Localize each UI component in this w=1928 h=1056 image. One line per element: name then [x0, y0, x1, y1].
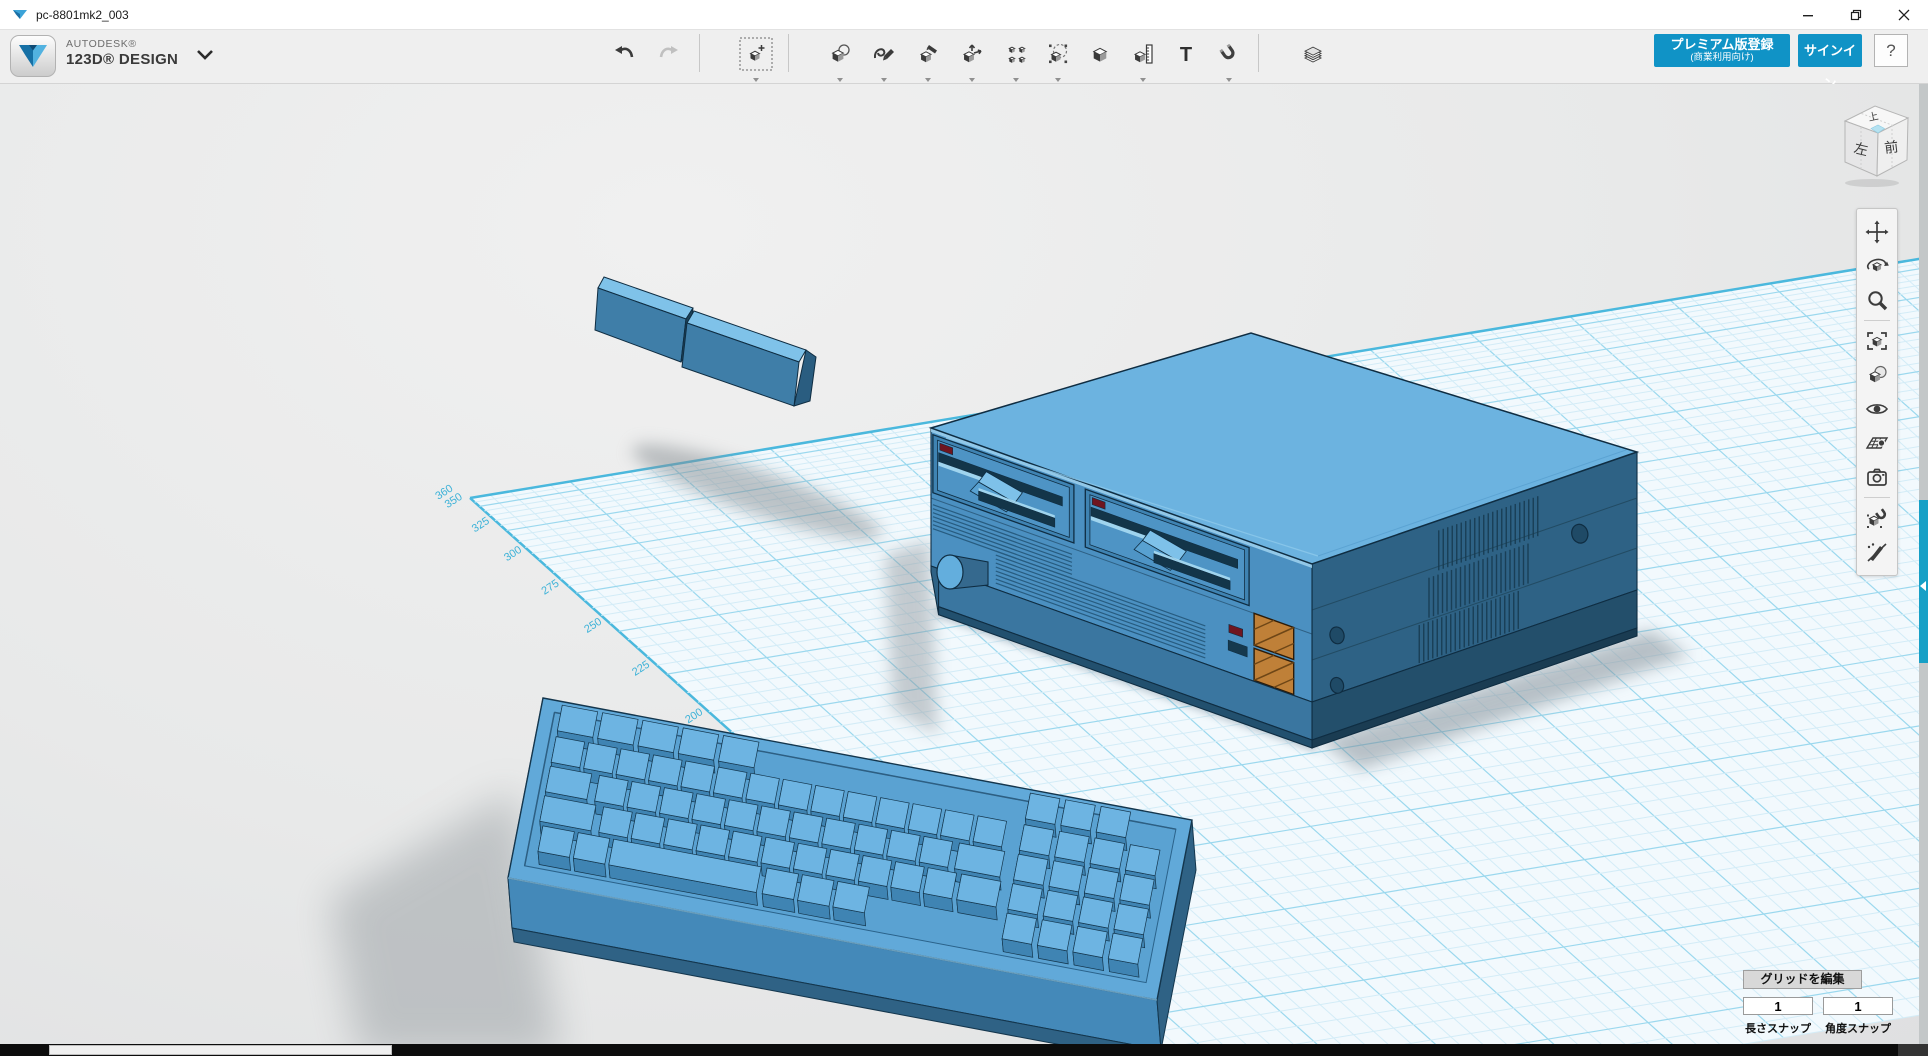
viewport-canvas[interactable]: 36035032530027525022520017515012510075	[0, 84, 1928, 1044]
material-button[interactable]	[1301, 42, 1325, 66]
expand-arrow-icon	[1920, 581, 1926, 591]
sign-in-button[interactable]: サインイン	[1798, 34, 1862, 67]
modify-button[interactable]	[960, 42, 984, 66]
help-button[interactable]: ?	[1874, 34, 1908, 67]
front-panel-bars[interactable]	[595, 277, 816, 406]
menu-chevron-icon[interactable]	[196, 48, 214, 62]
autodesk-123d-logo	[10, 35, 56, 77]
dropdown-arrow-icon	[925, 78, 931, 82]
dropdown-arrow-icon	[1226, 78, 1232, 82]
close-button[interactable]	[1880, 0, 1928, 30]
visibility-icon[interactable]	[1860, 392, 1894, 426]
os-taskbar[interactable]	[0, 1044, 1928, 1056]
toolbar-separator	[1258, 34, 1259, 72]
dropdown-arrow-icon	[1013, 78, 1019, 82]
zoom-icon[interactable]	[1860, 283, 1894, 317]
construct-button[interactable]	[916, 42, 940, 66]
angle-snap-label: 角度スナップ	[1823, 1020, 1893, 1036]
length-snap-label: 長さスナップ	[1743, 1020, 1813, 1036]
length-snap-input[interactable]	[1743, 997, 1813, 1015]
group-button[interactable]	[1046, 42, 1070, 66]
undo-button[interactable]	[613, 42, 637, 66]
grid-panel: グリッドを編集 長さスナップ 角度スナップ	[1740, 968, 1900, 1044]
pan-icon[interactable]	[1860, 215, 1894, 249]
brand-text: AUTODESK® 123D® DESIGN	[66, 38, 178, 68]
primitives-button[interactable]	[828, 42, 852, 66]
toolbar-separator	[788, 34, 789, 72]
grid-axis-label: 300	[502, 544, 524, 564]
combine-button[interactable]	[1088, 42, 1112, 66]
main-toolbar: AUTODESK® 123D® DESIGN	[0, 30, 1928, 84]
grid-axis-label: 325	[470, 515, 492, 535]
navigation-toolbar	[1856, 208, 1898, 576]
taskbar-tray[interactable]	[1898, 1044, 1928, 1056]
svg-text:T: T	[1180, 44, 1192, 66]
fit-view-icon[interactable]	[1860, 324, 1894, 358]
sketch-toggle-icon[interactable]	[1860, 535, 1894, 569]
grid-axis-label: 200	[683, 706, 705, 726]
redo-button[interactable]	[656, 42, 680, 66]
grid-axis-label: 250	[582, 616, 604, 636]
grid-axis-label: 225	[630, 659, 652, 679]
angle-snap-input[interactable]	[1823, 997, 1893, 1015]
object-snap-icon[interactable]	[1860, 501, 1894, 535]
taskbar-app-button[interactable]	[49, 1045, 392, 1055]
dropdown-arrow-icon	[969, 78, 975, 82]
right-panel-rail	[1919, 84, 1928, 1044]
restore-button[interactable]	[1832, 0, 1880, 30]
snap-button[interactable]	[1217, 42, 1241, 66]
panel-expand-handle[interactable]	[1919, 500, 1928, 663]
screenshot-icon[interactable]	[1860, 460, 1894, 494]
minimize-button[interactable]	[1784, 0, 1832, 30]
pattern-button[interactable]	[1004, 42, 1028, 66]
viewport: 36035032530027525022520017515012510075 上…	[0, 84, 1928, 1044]
move-tool-button[interactable]	[744, 42, 768, 66]
view-cube-front-label[interactable]: 前	[1883, 138, 1899, 156]
edit-grid-button[interactable]: グリッドを編集	[1743, 970, 1862, 989]
title-bar: pc-8801mk2_003	[0, 0, 1928, 30]
app-icon	[12, 7, 28, 28]
nav-separator	[1864, 497, 1890, 498]
measure-button[interactable]	[1131, 42, 1155, 66]
sketch-button[interactable]	[872, 42, 896, 66]
dropdown-arrow-icon	[881, 78, 887, 82]
window-title: pc-8801mk2_003	[36, 0, 129, 30]
dropdown-arrow-icon	[1055, 78, 1061, 82]
nav-separator	[1864, 320, 1890, 321]
grid-visibility-icon[interactable]	[1860, 426, 1894, 460]
grid-axis-label: 275	[540, 577, 562, 597]
text-button[interactable]: T	[1174, 42, 1198, 66]
premium-register-button[interactable]: プレミアム版登録 (商業利用向け)	[1654, 34, 1790, 67]
view-cube[interactable]: 上 左 前	[1830, 86, 1925, 191]
dropdown-arrow-icon	[1140, 78, 1146, 82]
toolbar-separator	[699, 34, 700, 72]
dropdown-arrow-icon	[753, 78, 759, 82]
material-view-icon[interactable]	[1860, 358, 1894, 392]
orbit-icon[interactable]	[1860, 249, 1894, 283]
dropdown-arrow-icon	[837, 78, 843, 82]
